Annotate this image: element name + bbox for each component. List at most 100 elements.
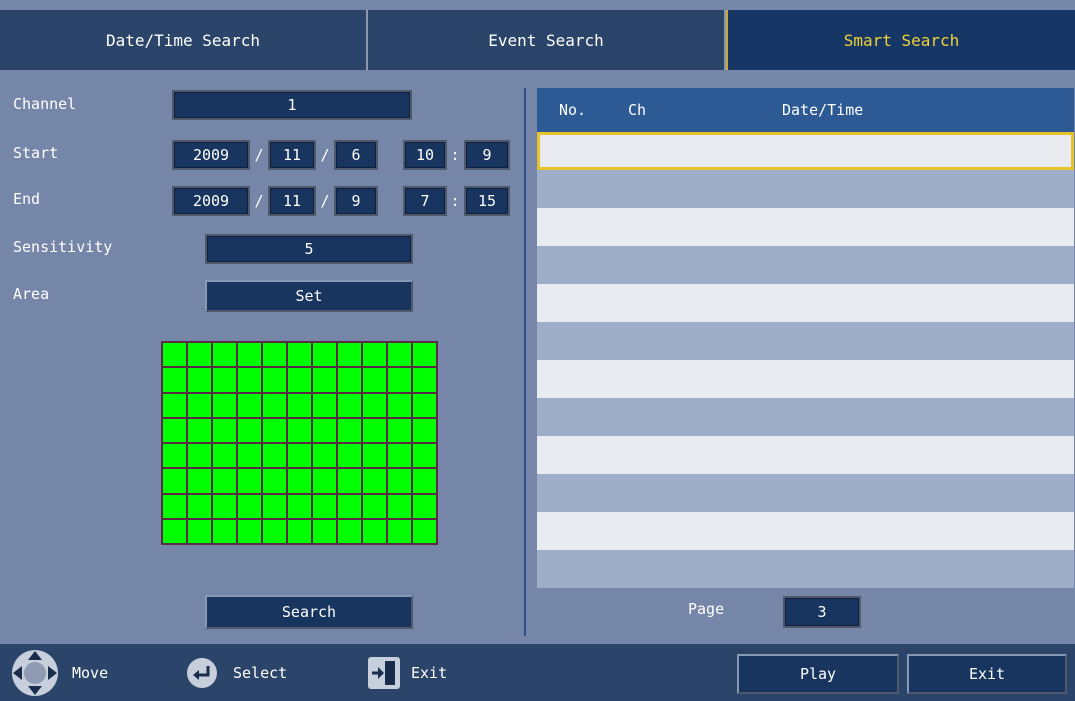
area-grid-cell[interactable] bbox=[188, 418, 211, 442]
start-minute-field[interactable]: 9 bbox=[464, 140, 510, 170]
area-grid-cell[interactable] bbox=[163, 519, 186, 543]
area-grid-cell[interactable] bbox=[363, 444, 386, 468]
channel-field[interactable]: 1 bbox=[172, 90, 412, 120]
area-grid-cell[interactable] bbox=[263, 469, 286, 493]
area-grid-cell[interactable] bbox=[238, 494, 261, 518]
area-grid-cell[interactable] bbox=[263, 519, 286, 543]
area-grid-cell[interactable] bbox=[413, 469, 436, 493]
area-grid-cell[interactable] bbox=[388, 444, 411, 468]
area-grid-cell[interactable] bbox=[413, 418, 436, 442]
area-grid-cell[interactable] bbox=[188, 519, 211, 543]
exit-button[interactable]: Exit bbox=[907, 654, 1067, 694]
area-grid-cell[interactable] bbox=[238, 343, 261, 367]
area-grid-cell[interactable] bbox=[313, 469, 336, 493]
end-month-field[interactable]: 11 bbox=[268, 186, 316, 216]
area-grid-cell[interactable] bbox=[163, 469, 186, 493]
area-grid-cell[interactable] bbox=[163, 368, 186, 392]
area-grid-cell[interactable] bbox=[213, 393, 236, 417]
result-row[interactable] bbox=[537, 436, 1074, 474]
area-set-button[interactable]: Set bbox=[205, 280, 413, 312]
area-grid-cell[interactable] bbox=[338, 393, 361, 417]
area-grid-cell[interactable] bbox=[363, 519, 386, 543]
sensitivity-field[interactable]: 5 bbox=[205, 234, 413, 264]
start-year-field[interactable]: 2009 bbox=[172, 140, 250, 170]
area-grid-cell[interactable] bbox=[263, 418, 286, 442]
area-grid-cell[interactable] bbox=[238, 469, 261, 493]
result-row[interactable] bbox=[537, 322, 1074, 360]
area-grid-cell[interactable] bbox=[363, 393, 386, 417]
area-grid-cell[interactable] bbox=[338, 368, 361, 392]
area-grid-cell[interactable] bbox=[388, 469, 411, 493]
search-button[interactable]: Search bbox=[205, 595, 413, 629]
area-grid-cell[interactable] bbox=[263, 343, 286, 367]
area-grid-cell[interactable] bbox=[238, 393, 261, 417]
tab-smart-search[interactable]: Smart Search bbox=[726, 10, 1075, 70]
result-row[interactable] bbox=[537, 208, 1074, 246]
end-hour-field[interactable]: 7 bbox=[403, 186, 447, 216]
area-grid-cell[interactable] bbox=[338, 494, 361, 518]
result-row-selected[interactable] bbox=[537, 132, 1074, 170]
area-grid-cell[interactable] bbox=[238, 444, 261, 468]
area-grid-cell[interactable] bbox=[263, 368, 286, 392]
area-grid-cell[interactable] bbox=[313, 444, 336, 468]
area-grid-cell[interactable] bbox=[188, 368, 211, 392]
area-grid-cell[interactable] bbox=[388, 343, 411, 367]
area-grid-cell[interactable] bbox=[363, 494, 386, 518]
area-grid-cell[interactable] bbox=[213, 444, 236, 468]
area-grid-cell[interactable] bbox=[338, 444, 361, 468]
area-grid-cell[interactable] bbox=[388, 368, 411, 392]
area-grid-cell[interactable] bbox=[413, 393, 436, 417]
page-field[interactable]: 3 bbox=[783, 596, 861, 628]
area-grid-cell[interactable] bbox=[313, 393, 336, 417]
area-grid-cell[interactable] bbox=[288, 469, 311, 493]
area-grid-cell[interactable] bbox=[263, 494, 286, 518]
area-grid-cell[interactable] bbox=[188, 393, 211, 417]
area-grid-cell[interactable] bbox=[188, 494, 211, 518]
area-grid-cell[interactable] bbox=[313, 418, 336, 442]
area-grid-cell[interactable] bbox=[363, 418, 386, 442]
area-grid-cell[interactable] bbox=[313, 519, 336, 543]
area-grid-cell[interactable] bbox=[338, 519, 361, 543]
area-grid-cell[interactable] bbox=[163, 418, 186, 442]
area-grid-cell[interactable] bbox=[188, 444, 211, 468]
motion-area-grid[interactable] bbox=[161, 341, 438, 545]
end-year-field[interactable]: 2009 bbox=[172, 186, 250, 216]
area-grid-cell[interactable] bbox=[288, 494, 311, 518]
result-row[interactable] bbox=[537, 398, 1074, 436]
end-minute-field[interactable]: 15 bbox=[464, 186, 510, 216]
area-grid-cell[interactable] bbox=[288, 368, 311, 392]
result-row[interactable] bbox=[537, 550, 1074, 588]
area-grid-cell[interactable] bbox=[163, 444, 186, 468]
result-row[interactable] bbox=[537, 512, 1074, 550]
end-day-field[interactable]: 9 bbox=[334, 186, 378, 216]
area-grid-cell[interactable] bbox=[213, 494, 236, 518]
area-grid-cell[interactable] bbox=[313, 368, 336, 392]
area-grid-cell[interactable] bbox=[213, 469, 236, 493]
area-grid-cell[interactable] bbox=[213, 368, 236, 392]
area-grid-cell[interactable] bbox=[188, 343, 211, 367]
area-grid-cell[interactable] bbox=[413, 343, 436, 367]
area-grid-cell[interactable] bbox=[363, 368, 386, 392]
area-grid-cell[interactable] bbox=[388, 519, 411, 543]
area-grid-cell[interactable] bbox=[213, 418, 236, 442]
area-grid-cell[interactable] bbox=[338, 343, 361, 367]
start-hour-field[interactable]: 10 bbox=[403, 140, 447, 170]
area-grid-cell[interactable] bbox=[388, 393, 411, 417]
area-grid-cell[interactable] bbox=[338, 469, 361, 493]
tab-datetime-search[interactable]: Date/Time Search bbox=[0, 10, 368, 70]
play-button[interactable]: Play bbox=[737, 654, 899, 694]
area-grid-cell[interactable] bbox=[413, 444, 436, 468]
area-grid-cell[interactable] bbox=[213, 343, 236, 367]
area-grid-cell[interactable] bbox=[313, 494, 336, 518]
area-grid-cell[interactable] bbox=[263, 444, 286, 468]
result-row[interactable] bbox=[537, 284, 1074, 322]
area-grid-cell[interactable] bbox=[238, 519, 261, 543]
area-grid-cell[interactable] bbox=[313, 343, 336, 367]
area-grid-cell[interactable] bbox=[413, 368, 436, 392]
result-row[interactable] bbox=[537, 246, 1074, 284]
area-grid-cell[interactable] bbox=[288, 343, 311, 367]
area-grid-cell[interactable] bbox=[263, 393, 286, 417]
result-row[interactable] bbox=[537, 474, 1074, 512]
area-grid-cell[interactable] bbox=[163, 343, 186, 367]
result-row[interactable] bbox=[537, 170, 1074, 208]
